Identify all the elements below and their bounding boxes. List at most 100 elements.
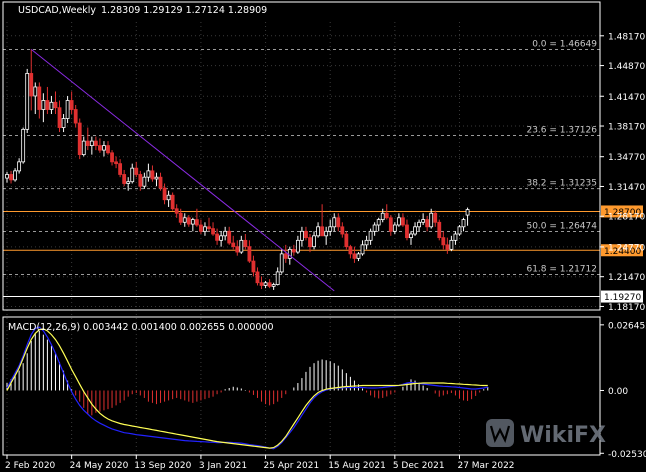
candle-body bbox=[356, 253, 361, 259]
candle-body bbox=[118, 163, 123, 175]
candle-body bbox=[190, 219, 195, 225]
chart-window: 0.0 = 1.46649 23.6 = 1.37126 38.2 = 1.3123… bbox=[0, 0, 646, 472]
candle-body bbox=[449, 239, 454, 250]
candle-body bbox=[348, 246, 353, 255]
candle-body bbox=[287, 248, 292, 259]
candle-body bbox=[5, 174, 9, 179]
date-tick-label: 25 Apr 2021 bbox=[264, 461, 320, 471]
candle-body bbox=[465, 209, 470, 216]
candle-body bbox=[21, 128, 26, 163]
candle-body bbox=[425, 219, 430, 228]
candle-body bbox=[150, 170, 155, 180]
candle-body bbox=[433, 212, 438, 223]
candle-body bbox=[457, 226, 462, 235]
candle-body bbox=[376, 219, 381, 226]
candle-body bbox=[154, 176, 159, 180]
candle-body bbox=[142, 176, 147, 187]
candle-body bbox=[49, 101, 54, 110]
candle-body bbox=[445, 244, 450, 250]
candle-body bbox=[227, 230, 232, 244]
candle-body bbox=[93, 140, 98, 147]
chart-ohlc-label: 1.28309 1.29129 1.27124 1.28909 bbox=[101, 5, 267, 16]
candle-body bbox=[130, 167, 135, 183]
candle-body bbox=[429, 212, 434, 228]
macd-tick-label: -0.025307 bbox=[608, 450, 646, 460]
level-price-text: 1.19270 bbox=[604, 293, 641, 303]
usdcad-chart: 0.0 = 1.46649 23.6 = 1.37126 38.2 = 1.3123… bbox=[0, 0, 646, 472]
macd-tick-label: 0.00 bbox=[608, 387, 628, 397]
candle bbox=[21, 127, 26, 164]
candle-body bbox=[110, 152, 114, 163]
candle-body bbox=[134, 167, 139, 175]
candle-body bbox=[114, 161, 118, 165]
candle-body bbox=[77, 122, 82, 156]
candle-body bbox=[158, 176, 163, 189]
candle-body bbox=[283, 253, 288, 259]
candle-body bbox=[384, 212, 389, 219]
price-tick-label: 1.38170 bbox=[608, 123, 645, 133]
date-tick-label: 24 May 2020 bbox=[70, 461, 129, 471]
candle-body bbox=[267, 282, 272, 287]
candle-body bbox=[372, 224, 377, 232]
fib-label: 23.6 = 1.37126 bbox=[526, 125, 597, 135]
candle-body bbox=[453, 233, 458, 241]
candle-body bbox=[279, 253, 284, 273]
candle-body bbox=[126, 181, 131, 184]
candle-body bbox=[57, 107, 62, 128]
price-tick-label: 1.28170 bbox=[608, 213, 645, 223]
date-tick-label: 5 Dec 2021 bbox=[393, 461, 445, 471]
candle-body bbox=[207, 226, 211, 230]
candle bbox=[344, 231, 349, 250]
candle-body bbox=[312, 235, 316, 248]
candle-body bbox=[81, 140, 86, 156]
candle-body bbox=[392, 224, 397, 232]
fib-label: 61.8 = 1.21712 bbox=[526, 265, 597, 275]
wikifx-logo-icon bbox=[486, 419, 514, 447]
candle-body bbox=[247, 246, 252, 262]
candle-body bbox=[324, 230, 329, 237]
candle-body bbox=[251, 260, 256, 273]
candle bbox=[437, 219, 442, 241]
macd-label: MACD(12,26,9) 0.003442 0.001400 0.002655… bbox=[8, 322, 274, 333]
price-tick-label: 1.31470 bbox=[608, 183, 645, 193]
price-tick-label: 1.18170 bbox=[608, 303, 645, 313]
candle-body bbox=[29, 73, 34, 97]
candle-body bbox=[332, 217, 337, 228]
candle-body bbox=[89, 140, 94, 147]
candle-body bbox=[368, 230, 373, 241]
chart-symbol-label: USDCAD,Weekly bbox=[18, 5, 96, 16]
candle-body bbox=[405, 224, 409, 239]
candle-body bbox=[441, 237, 446, 246]
candle-body bbox=[37, 86, 42, 110]
candle-body bbox=[295, 239, 300, 253]
price-tick-label: 1.41470 bbox=[608, 93, 645, 103]
candle-body bbox=[396, 217, 401, 226]
candle-body bbox=[352, 253, 357, 259]
candle-body bbox=[215, 233, 219, 241]
candle-body bbox=[17, 161, 22, 172]
candle-body bbox=[69, 100, 74, 110]
candle-body bbox=[13, 170, 17, 181]
candle-body bbox=[102, 145, 106, 151]
macd-tick-label: 0.026452 bbox=[608, 321, 646, 331]
candle-body bbox=[461, 219, 466, 228]
candle-body bbox=[65, 100, 70, 119]
candle-body bbox=[53, 101, 58, 109]
date-tick-label: 2 Feb 2020 bbox=[5, 461, 56, 471]
price-tick-label: 1.34770 bbox=[608, 153, 645, 163]
candle-body bbox=[166, 194, 171, 201]
date-tick-label: 15 Aug 2021 bbox=[328, 461, 386, 471]
candle-body bbox=[263, 282, 268, 286]
candle-body bbox=[364, 239, 369, 246]
candle-body bbox=[203, 226, 207, 232]
candle-body bbox=[380, 212, 385, 220]
candle-body bbox=[194, 219, 199, 226]
candle-body bbox=[211, 228, 215, 235]
candle-body bbox=[182, 217, 187, 223]
candle-body bbox=[239, 239, 244, 253]
candle-body bbox=[138, 174, 143, 187]
candle-body bbox=[304, 230, 308, 239]
date-tick-label: 3 Jan 2021 bbox=[199, 461, 247, 471]
watermark: WikiFX bbox=[486, 419, 606, 448]
candle-body bbox=[275, 271, 280, 285]
